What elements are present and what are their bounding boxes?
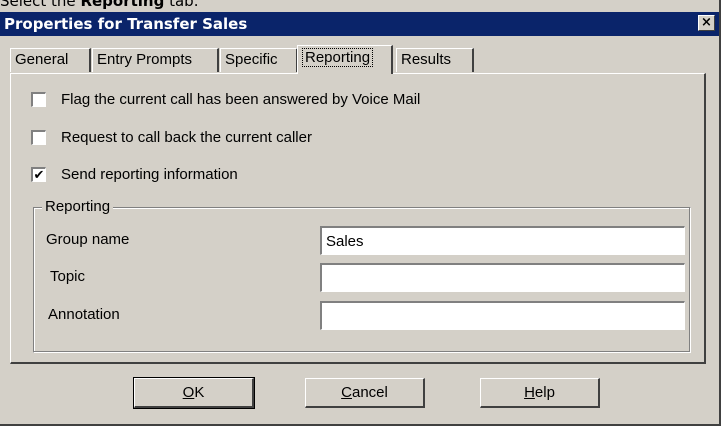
title-bar[interactable]: Properties for Transfer Sales × [0, 12, 719, 36]
call-back-label: Request to call back the current caller [61, 129, 312, 146]
tab-label: Results [401, 51, 452, 68]
screenshot: Properties for Transfer Sales × General … [0, 0, 721, 426]
tab-general[interactable]: General [10, 48, 91, 72]
tab-entry-prompts[interactable]: Entry Prompts [92, 48, 219, 72]
voice-mail-checkbox[interactable] [31, 92, 46, 107]
close-button[interactable]: × [698, 15, 715, 31]
voice-mail-label: Flag the current call has been answered … [61, 91, 421, 108]
caption-bold: Reporting [80, 0, 165, 10]
cancel-label-rest: ancel [351, 384, 388, 401]
checkmark-icon: ✔ [33, 167, 45, 182]
help-label-rest: elp [534, 384, 555, 401]
call-back-checkbox[interactable] [31, 130, 46, 145]
caption-suffix: tab. [164, 0, 199, 10]
instruction-caption: Select the Reporting tab. [0, 0, 198, 10]
tab-label: Reporting [302, 48, 374, 67]
send-reporting-checkbox[interactable]: ✔ [31, 167, 46, 182]
topic-input[interactable] [320, 263, 685, 292]
tab-label: Specific [225, 51, 278, 68]
caption-prefix: Select the [0, 0, 81, 10]
groupbox-title: Reporting [42, 197, 114, 217]
ok-button[interactable]: OK [133, 377, 255, 409]
annotation-label: Annotation [48, 306, 120, 323]
annotation-input[interactable] [320, 301, 685, 330]
cancel-button[interactable]: Cancel [305, 378, 425, 408]
group-name-label: Group name [46, 231, 130, 248]
tab-specific[interactable]: Specific [220, 48, 298, 72]
group-name-input[interactable] [320, 226, 685, 255]
window-title: Properties for Transfer Sales [4, 15, 248, 33]
close-icon: × [701, 15, 712, 30]
tab-label: Entry Prompts [97, 51, 193, 68]
help-button[interactable]: Help [480, 378, 600, 408]
tab-reporting[interactable]: Reporting [297, 45, 393, 74]
topic-label: Topic [50, 268, 86, 285]
ok-mnemonic: O [182, 384, 195, 401]
properties-dialog: Properties for Transfer Sales × General … [0, 0, 721, 426]
reporting-groupbox: Reporting Group name Topic Annotation [33, 197, 691, 353]
send-reporting-label: Send reporting information [61, 166, 238, 183]
cancel-mnemonic: C [341, 384, 352, 401]
reporting-panel: Flag the current call has been answered … [10, 73, 706, 364]
tab-results[interactable]: Results [396, 48, 474, 72]
tab-label: General [15, 51, 69, 68]
ok-label-rest: K [194, 384, 205, 401]
help-mnemonic: H [524, 384, 535, 401]
